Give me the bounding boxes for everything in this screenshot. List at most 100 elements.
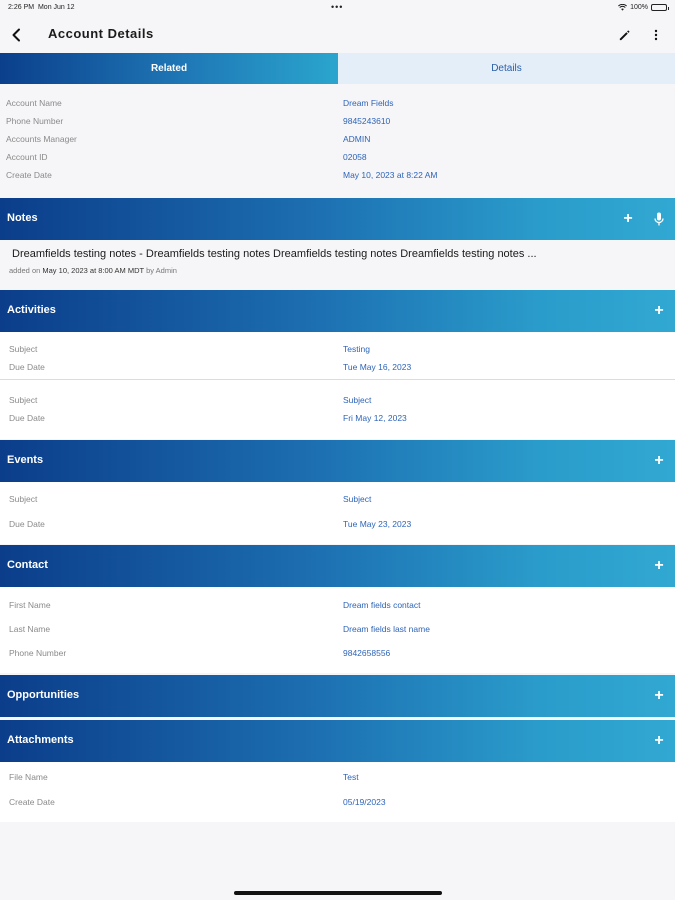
battery-percent: 100% (630, 4, 648, 11)
navigation-bar: Account Details (0, 18, 675, 52)
account-id-value: 02058 (343, 152, 367, 162)
opportunities-section-header: Opportunities + (0, 675, 675, 717)
activity-due-date-row: Due Date Tue May 16, 2023 (0, 358, 675, 376)
add-attachment-button[interactable]: + (649, 731, 669, 751)
contact-phone-row: Phone Number 9842658556 (0, 644, 675, 662)
note-meta-by: by (146, 266, 154, 275)
field-label: Subject (9, 344, 38, 354)
edit-button[interactable] (614, 24, 634, 46)
add-event-button[interactable]: + (649, 451, 669, 471)
event-subject-value: Subject (343, 494, 372, 504)
section-title: Contact (7, 559, 48, 571)
field-label: Account ID (6, 152, 48, 162)
more-vertical-icon (654, 29, 658, 41)
multitasking-dots[interactable]: ••• (331, 2, 343, 12)
account-id-row: Account ID 02058 (0, 148, 675, 166)
status-date: Mon Jun 12 (37, 4, 75, 11)
field-label: Account Name (6, 98, 62, 108)
tab-bar: Related Details (0, 53, 675, 84)
status-time: 2:26 PM (8, 4, 35, 11)
activity-subject-value: Testing (343, 344, 370, 354)
wifi-icon (618, 4, 628, 11)
contact-last-name-row: Last Name Dream fields last name (0, 620, 675, 638)
event-subject-row: Subject Subject (0, 490, 675, 508)
field-label: Subject (9, 395, 38, 405)
activity-subject-row: Subject Testing (0, 340, 675, 358)
activities-section-header: Activities + (0, 290, 675, 332)
field-label: Due Date (9, 519, 45, 529)
section-title: Notes (7, 212, 38, 224)
section-title: Opportunities (7, 689, 80, 701)
field-label: Phone Number (9, 648, 67, 658)
section-title: Attachments (7, 734, 74, 746)
add-note-button[interactable]: + (618, 209, 638, 229)
plus-icon: + (654, 452, 664, 469)
tab-details[interactable]: Details (338, 53, 675, 84)
field-label: Create Date (9, 797, 55, 807)
attachment-file-name-value[interactable]: Test (343, 772, 359, 782)
note-meta-date: May 10, 2023 at 8:00 AM MDT (42, 266, 144, 275)
contact-phone-link[interactable]: 9842658556 (343, 648, 390, 658)
field-label: File Name (9, 772, 48, 782)
notes-section-header: Notes + (0, 198, 675, 240)
field-label: Last Name (9, 624, 51, 634)
plus-icon: + (654, 302, 664, 319)
plus-icon: + (654, 687, 664, 704)
contact-section-header: Contact + (0, 545, 675, 587)
field-label: Accounts Manager (6, 134, 77, 144)
event-due-date-value: Tue May 23, 2023 (343, 519, 412, 529)
events-section-header: Events + (0, 440, 675, 482)
activity-due-date-value: Tue May 16, 2023 (343, 362, 412, 372)
create-date-row: Create Date May 10, 2023 at 8:22 AM (0, 166, 675, 184)
activity-due-date-row: Due Date Fri May 12, 2023 (0, 409, 675, 427)
phone-number-row: Phone Number 9845243610 (0, 112, 675, 130)
event-due-date-row: Due Date Tue May 23, 2023 (0, 515, 675, 533)
add-opportunity-button[interactable]: + (649, 686, 669, 706)
field-label: Create Date (6, 170, 52, 180)
back-button[interactable] (6, 24, 26, 46)
chevron-left-icon (12, 28, 20, 42)
add-activity-button[interactable]: + (649, 301, 669, 321)
page-title: Account Details (48, 26, 154, 41)
contact-first-name-row: First Name Dream fields contact (0, 596, 675, 614)
field-label: Due Date (9, 362, 45, 372)
activity-due-date-value: Fri May 12, 2023 (343, 413, 407, 423)
note-meta: added on May 10, 2023 at 8:00 AM MDT by … (9, 266, 177, 275)
field-label: First Name (9, 600, 51, 610)
plus-icon: + (623, 210, 633, 227)
attachment-create-date-value: 05/19/2023 (343, 797, 386, 807)
account-details-screen: 2:26 PM Mon Jun 12 ••• 100% Account Deta… (0, 0, 675, 900)
pencil-icon (619, 29, 630, 40)
add-contact-button[interactable]: + (649, 556, 669, 576)
note-meta-author: Admin (155, 266, 177, 275)
plus-icon: + (654, 732, 664, 749)
accounts-manager-row: Accounts Manager ADMIN (0, 130, 675, 148)
tab-related[interactable]: Related (0, 53, 338, 84)
attachment-create-date-row: Create Date 05/19/2023 (0, 793, 675, 811)
note-text[interactable]: Dreamfields testing notes - Dreamfields … (12, 248, 667, 260)
field-label: Subject (9, 494, 38, 504)
status-bar: 2:26 PM Mon Jun 12 ••• 100% (0, 0, 675, 18)
activity-subject-value: Subject (343, 395, 372, 405)
attachments-section-header: Attachments + (0, 720, 675, 762)
microphone-icon (654, 212, 664, 226)
status-right: 100% (618, 4, 669, 11)
field-label: Due Date (9, 413, 45, 423)
accounts-manager-value: ADMIN (343, 134, 371, 144)
field-label: Phone Number (6, 116, 64, 126)
voice-note-button[interactable] (649, 209, 669, 229)
activity-subject-row: Subject Subject (0, 391, 675, 409)
create-date-value: May 10, 2023 at 8:22 AM (343, 170, 438, 180)
home-indicator[interactable] (234, 891, 442, 895)
account-name-value: Dream Fields (343, 98, 394, 108)
phone-number-link[interactable]: 9845243610 (343, 116, 390, 126)
section-title: Events (7, 454, 44, 466)
contact-last-name-value: Dream fields last name (343, 624, 430, 634)
status-time-date: 2:26 PM Mon Jun 12 (8, 4, 75, 11)
contact-first-name-value: Dream fields contact (343, 600, 421, 610)
more-options-button[interactable] (648, 24, 664, 46)
section-title: Activities (7, 304, 56, 316)
plus-icon: + (654, 557, 664, 574)
account-name-row: Account Name Dream Fields (0, 94, 675, 112)
note-meta-prefix: added on (9, 266, 41, 275)
